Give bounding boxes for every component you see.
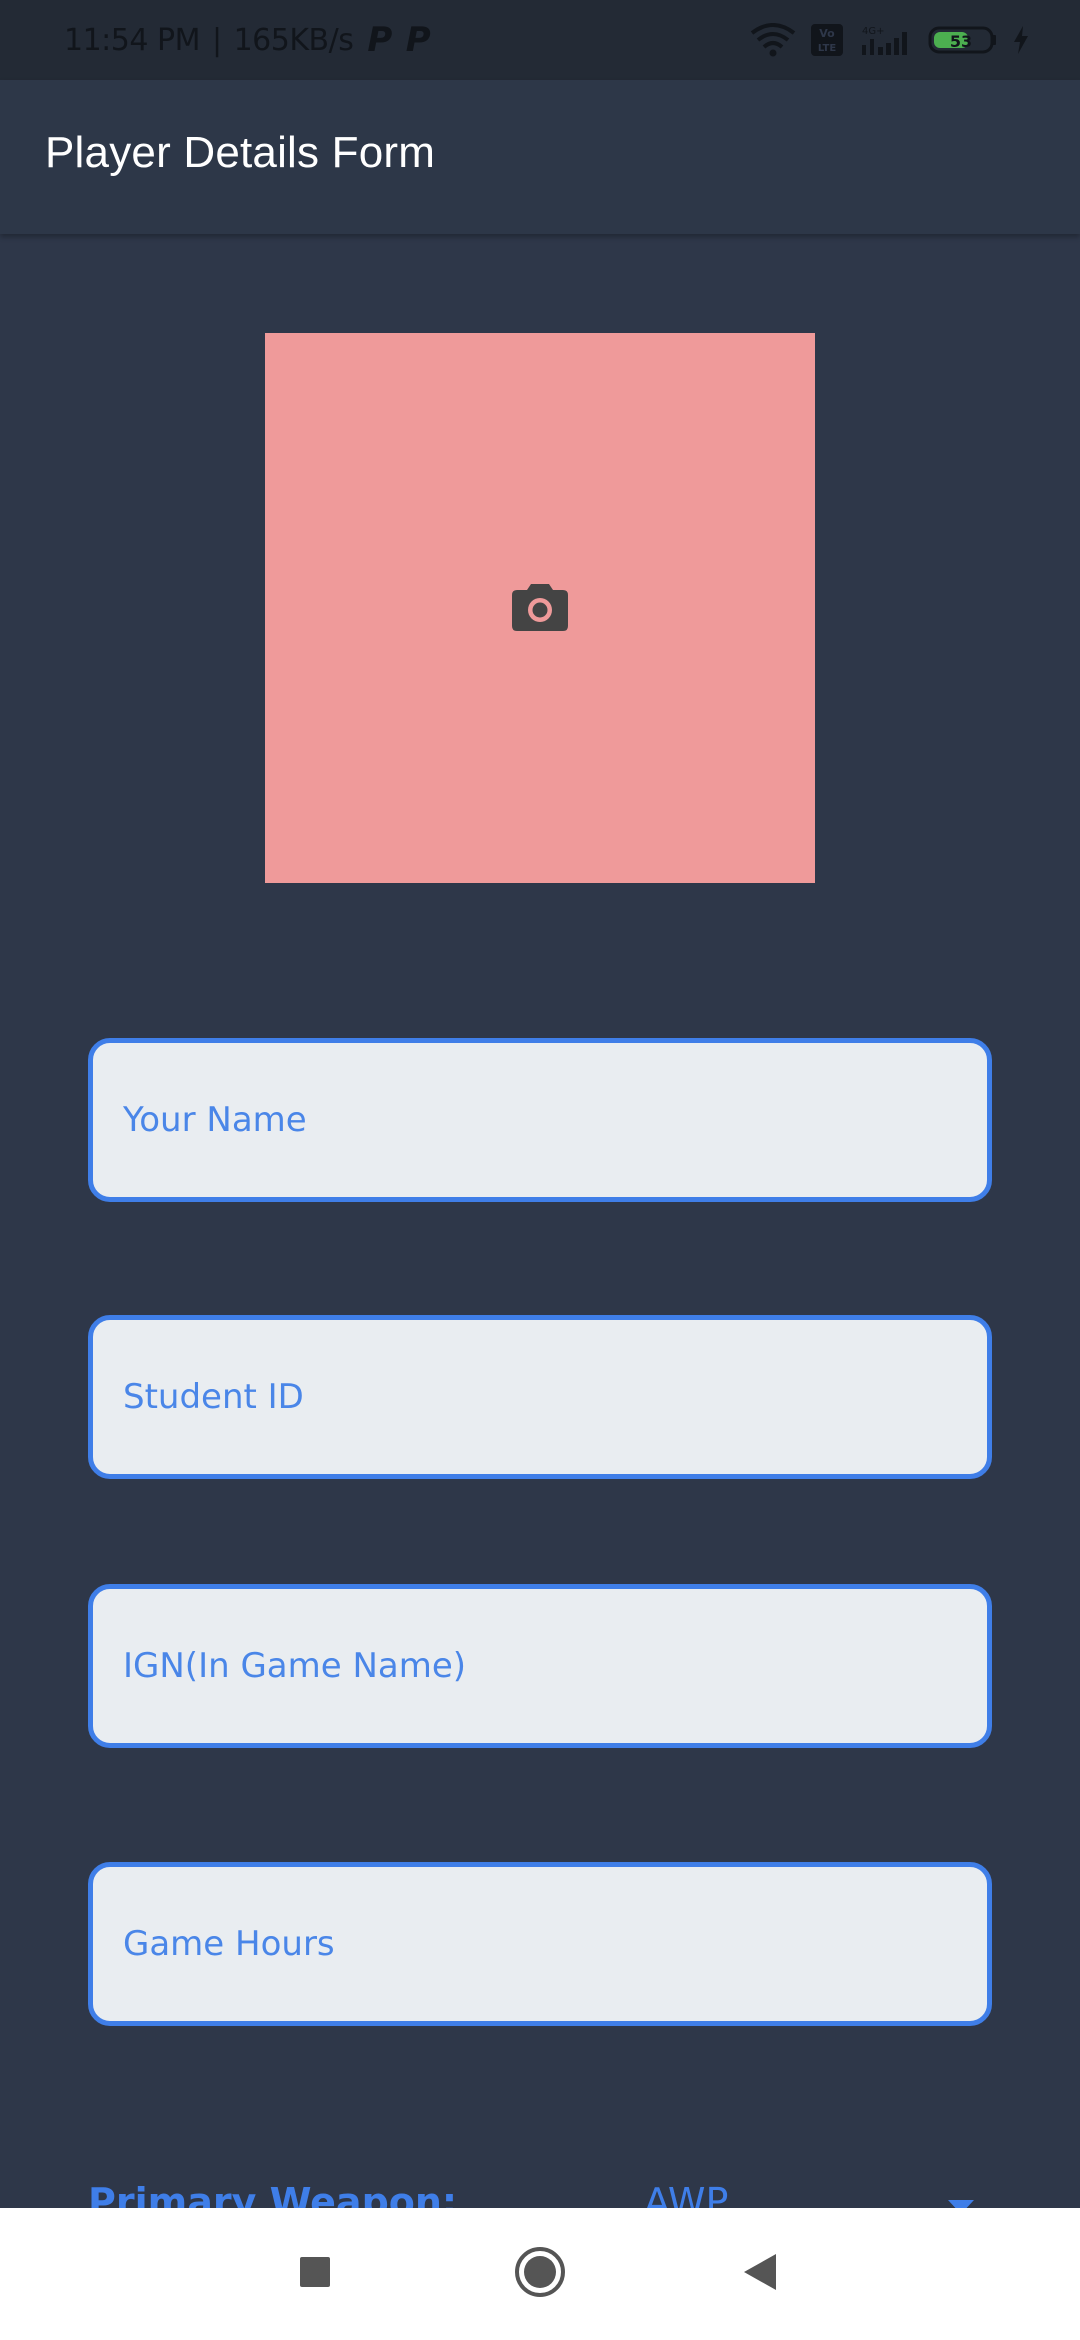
photo-picker[interactable] — [265, 333, 815, 883]
name-field[interactable] — [88, 1038, 992, 1202]
student-id-field[interactable] — [88, 1315, 992, 1479]
p-icon: P — [405, 20, 431, 60]
student-id-input[interactable] — [121, 1376, 987, 1418]
status-left: 11:54 PM | 165KB/s P P — [64, 0, 431, 80]
status-bar: 11:54 PM | 165KB/s P P Vo LTE 4G+ 53 — [0, 0, 1080, 80]
back-icon — [742, 2252, 778, 2297]
ign-field[interactable] — [88, 1584, 992, 1748]
svg-text:LTE: LTE — [818, 43, 837, 54]
battery-level: 53 — [950, 32, 972, 51]
ign-input[interactable] — [121, 1645, 987, 1687]
back-button[interactable] — [700, 2208, 820, 2340]
game-hours-field[interactable] — [88, 1862, 992, 2026]
svg-text:Vo: Vo — [819, 27, 835, 40]
navigation-bar — [0, 2208, 1080, 2340]
status-separator: | — [211, 22, 222, 58]
battery-icon: 53 — [928, 23, 998, 57]
svg-text:4G+: 4G+ — [862, 26, 885, 37]
volte-icon: Vo LTE — [810, 23, 844, 57]
charging-icon — [1012, 25, 1030, 55]
status-time: 11:54 PM — [64, 22, 200, 58]
camera-icon — [511, 580, 569, 637]
wifi-icon — [750, 23, 796, 57]
home-icon — [513, 2245, 567, 2304]
status-net-speed: 165KB/s — [233, 22, 354, 58]
status-right: Vo LTE 4G+ 53 — [750, 0, 1030, 80]
game-hours-input[interactable] — [121, 1923, 987, 1965]
page-title: Player Details Form — [45, 128, 436, 177]
app-bar: Player Details Form — [0, 80, 1080, 234]
p-icon: P — [367, 20, 392, 60]
recent-apps-button[interactable] — [255, 2208, 375, 2340]
name-input[interactable] — [121, 1099, 987, 1141]
recent-apps-icon — [298, 2255, 332, 2294]
home-button[interactable] — [480, 2208, 600, 2340]
screen: 11:54 PM | 165KB/s P P Vo LTE 4G+ 53 Pla… — [0, 0, 1080, 2340]
signal-icon: 4G+ — [858, 23, 914, 57]
